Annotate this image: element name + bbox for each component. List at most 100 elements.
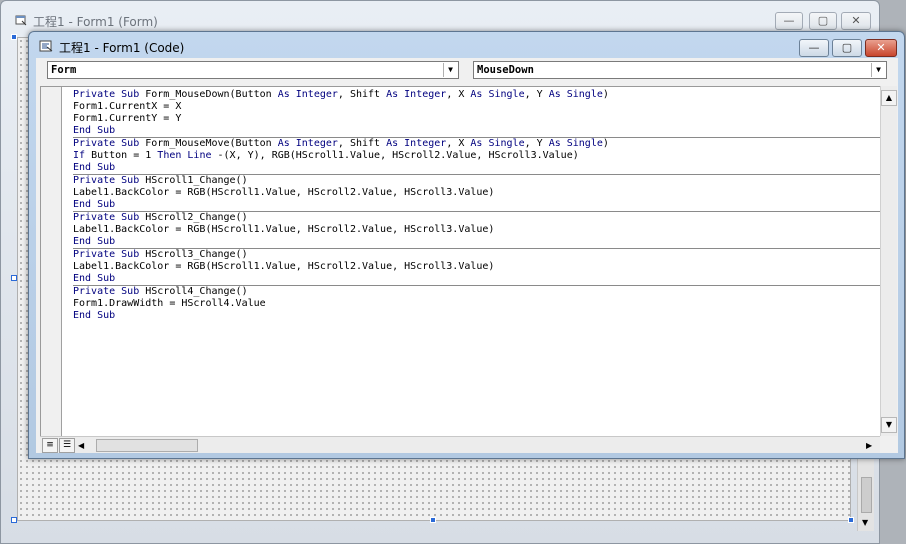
code-keyword: End Sub	[73, 236, 116, 247]
code-keyword: Private Sub	[73, 249, 146, 260]
chevron-down-icon[interactable]: ▼	[443, 63, 457, 77]
code-line[interactable]: End Sub	[73, 125, 880, 137]
code-token: )	[602, 138, 609, 149]
scroll-right-icon[interactable]: ▶	[866, 438, 872, 453]
code-keyword: As Integer	[386, 138, 447, 149]
chevron-down-icon[interactable]: ▼	[871, 63, 885, 77]
form-scroll-down-icon[interactable]: ▼	[862, 518, 868, 527]
code-token: Form1.CurrentY = Y	[73, 113, 182, 124]
code-keyword: End Sub	[73, 125, 116, 136]
code-line[interactable]: Private Sub HScroll2_Change()	[73, 212, 880, 224]
code-line[interactable]: Private Sub Form_MouseDown(Button As Int…	[73, 89, 880, 101]
code-procedure: Private Sub HScroll3_Change() Label1.Back…	[73, 249, 880, 286]
code-token: HScroll4_Change()	[145, 286, 248, 297]
resize-handle[interactable]	[11, 517, 17, 523]
code-token: Form1.CurrentX = X	[73, 101, 182, 112]
resize-handle[interactable]	[848, 517, 854, 523]
code-token: , Shift	[337, 89, 387, 100]
code-line[interactable]: Form1.CurrentY = Y	[73, 113, 880, 125]
code-token: Label1.BackColor = RGB(HScroll1.Value, H…	[73, 261, 495, 272]
code-minimize-button[interactable]: —	[799, 39, 829, 57]
code-line[interactable]: End Sub	[73, 162, 880, 174]
code-keyword: As Integer	[277, 89, 338, 100]
code-keyword: If	[73, 150, 92, 161]
code-keyword: Private Sub	[73, 212, 146, 223]
code-window-title: 工程1 - Form1 (Code)	[59, 41, 185, 55]
code-token: , X	[446, 89, 471, 100]
code-line[interactable]: End Sub	[73, 236, 880, 248]
horizontal-scroll-thumb[interactable]	[96, 439, 198, 452]
code-keyword: End Sub	[73, 162, 116, 173]
procedure-combo-value: MouseDown	[477, 64, 534, 76]
form-window-icon	[15, 14, 27, 29]
resize-handle[interactable]	[11, 34, 17, 40]
code-window-titlebar: 工程1 - Form1 (Code)	[39, 39, 184, 56]
code-line[interactable]: If Button = 1 Then Line -(X, Y), RGB(HSc…	[73, 150, 880, 162]
code-keyword: End Sub	[73, 199, 116, 210]
code-token: Form_MouseDown(Button	[145, 89, 278, 100]
margin-indicator-bar[interactable]	[41, 87, 62, 436]
full-module-view-icon[interactable]: ☰	[59, 438, 75, 453]
code-token: HScroll2_Change()	[145, 212, 248, 223]
object-combo-value: Form	[51, 64, 77, 76]
form-maximize-button[interactable]: ▢	[809, 12, 837, 30]
code-keyword: As Integer	[386, 89, 447, 100]
form-close-button[interactable]: ✕	[841, 12, 871, 30]
code-keyword: As Single	[470, 138, 525, 149]
scroll-up-icon[interactable]: ▲	[881, 90, 897, 106]
code-maximize-button[interactable]: ▢	[832, 39, 862, 57]
code-vertical-scrollbar[interactable]: ▲ ▼	[880, 86, 897, 436]
code-token: , Y	[524, 89, 549, 100]
object-combo[interactable]: Form ▼	[47, 61, 459, 79]
code-keyword: End Sub	[73, 273, 116, 284]
code-close-button[interactable]: ✕	[865, 39, 897, 57]
code-keyword: Private Sub	[73, 138, 146, 149]
code-token: , Y	[524, 138, 549, 149]
code-procedure: Private Sub Form_MouseMove(Button As Int…	[73, 138, 880, 175]
scroll-left-icon[interactable]: ◀	[78, 438, 84, 453]
code-line[interactable]: Private Sub Form_MouseMove(Button As Int…	[73, 138, 880, 150]
resize-handle[interactable]	[11, 275, 17, 281]
code-token: , Shift	[337, 138, 387, 149]
code-keyword: As Single	[470, 89, 525, 100]
resize-handle[interactable]	[430, 517, 436, 523]
code-window[interactable]: 工程1 - Form1 (Code) — ▢ ✕ Form ▼ MouseDow…	[28, 31, 905, 459]
code-line[interactable]: End Sub	[73, 199, 880, 211]
code-line[interactable]: End Sub	[73, 310, 880, 322]
scroll-down-icon[interactable]: ▼	[881, 417, 897, 433]
code-token: Button = 1	[91, 150, 158, 161]
code-keyword: Private Sub	[73, 89, 146, 100]
code-line[interactable]: Private Sub HScroll4_Change()	[73, 286, 880, 298]
form-window-titlebar: 工程1 - Form1 (Form)	[15, 13, 158, 30]
code-line[interactable]: Private Sub HScroll3_Change()	[73, 249, 880, 261]
code-line[interactable]: Private Sub HScroll1_Change()	[73, 175, 880, 187]
code-line[interactable]: End Sub	[73, 273, 880, 285]
code-token: HScroll3_Change()	[145, 249, 248, 260]
code-horizontal-scrollbar[interactable]: ≡ ☰ ◀ ▶	[40, 436, 880, 453]
code-keyword: Then	[157, 150, 188, 161]
code-keyword: As Integer	[277, 138, 338, 149]
code-line[interactable]: Form1.DrawWidth = HScroll4.Value	[73, 298, 880, 310]
code-line[interactable]: Label1.BackColor = RGB(HScroll1.Value, H…	[73, 187, 880, 199]
code-keyword: As Single	[548, 138, 603, 149]
code-token: Label1.BackColor = RGB(HScroll1.Value, H…	[73, 187, 495, 198]
code-editor[interactable]: Private Sub Form_MouseDown(Button As Int…	[40, 86, 880, 436]
form-scroll-thumb[interactable]	[861, 477, 872, 513]
code-procedure: Private Sub HScroll4_Change() Form1.DrawW…	[73, 286, 880, 322]
code-procedure: Private Sub Form_MouseDown(Button As Int…	[73, 89, 880, 138]
code-procedure: Private Sub HScroll1_Change() Label1.Back…	[73, 175, 880, 212]
code-line[interactable]: Form1.CurrentX = X	[73, 101, 880, 113]
code-procedure: Private Sub HScroll2_Change() Label1.Back…	[73, 212, 880, 249]
procedure-view-icon[interactable]: ≡	[42, 438, 58, 453]
procedure-combo[interactable]: MouseDown ▼	[473, 61, 887, 79]
code-keyword: End Sub	[73, 310, 116, 321]
code-line[interactable]: Label1.BackColor = RGB(HScroll1.Value, H…	[73, 261, 880, 273]
form-window-title: 工程1 - Form1 (Form)	[33, 15, 158, 29]
code-line[interactable]: Label1.BackColor = RGB(HScroll1.Value, H…	[73, 224, 880, 236]
form-minimize-button[interactable]: —	[775, 12, 803, 30]
code-text-area[interactable]: Private Sub Form_MouseDown(Button As Int…	[73, 89, 880, 322]
code-window-client: Form ▼ MouseDown ▼ Private Sub Form_Mous…	[36, 58, 898, 453]
code-token: Form1.DrawWidth = HScroll4.Value	[73, 298, 266, 309]
code-token: Label1.BackColor = RGB(HScroll1.Value, H…	[73, 224, 495, 235]
code-keyword: Private Sub	[73, 286, 146, 297]
